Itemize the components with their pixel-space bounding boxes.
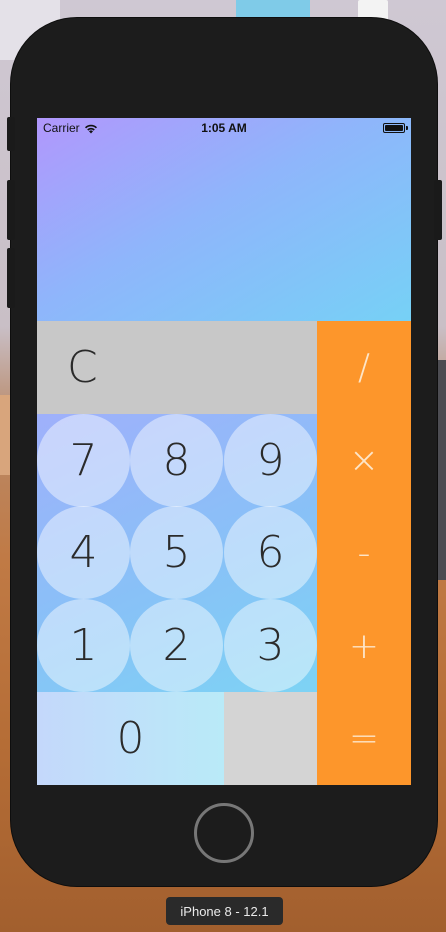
operators-column: / × - + = [317, 321, 411, 785]
equals-button[interactable]: = [317, 692, 411, 785]
divide-button[interactable]: / [317, 321, 411, 414]
power-button [434, 180, 442, 240]
digit-4-button[interactable]: 4 [37, 506, 130, 599]
keypad: C 7 8 9 4 5 6 1 2 3 0 / × - + = [37, 321, 411, 785]
digit-5-button[interactable]: 5 [130, 506, 223, 599]
subtract-button[interactable]: - [317, 507, 411, 600]
volume-up-button [7, 180, 15, 240]
digit-8-button[interactable]: 8 [130, 414, 223, 507]
home-button[interactable] [194, 803, 254, 863]
simulator-device-label: iPhone 8 - 12.1 [166, 897, 283, 925]
clear-label: C [67, 342, 98, 393]
digit-6-button[interactable]: 6 [224, 506, 317, 599]
clear-button[interactable]: C [37, 321, 317, 414]
digit-7-button[interactable]: 7 [37, 414, 130, 507]
multiply-button[interactable]: × [317, 414, 411, 507]
digit-0-button[interactable]: 0 [37, 692, 224, 785]
bottom-row: 0 [37, 692, 317, 785]
digit-1-button[interactable]: 1 [37, 599, 130, 692]
battery-icon [383, 123, 408, 133]
calculator-display [37, 118, 411, 321]
digit-2-button[interactable]: 2 [130, 599, 223, 692]
silent-switch [7, 117, 15, 151]
digit-9-button[interactable]: 9 [224, 414, 317, 507]
add-button[interactable]: + [317, 600, 411, 693]
status-bar: Carrier 1:05 AM [37, 118, 411, 138]
blank-key[interactable] [224, 692, 317, 785]
volume-down-button [7, 248, 15, 308]
clock-time: 1:05 AM [201, 121, 247, 135]
digit-3-button[interactable]: 3 [224, 599, 317, 692]
phone-screen: Carrier 1:05 AM C 7 8 9 4 5 6 1 2 3 0 / … [37, 118, 411, 785]
digits-panel: 7 8 9 4 5 6 1 2 3 0 [37, 414, 317, 785]
